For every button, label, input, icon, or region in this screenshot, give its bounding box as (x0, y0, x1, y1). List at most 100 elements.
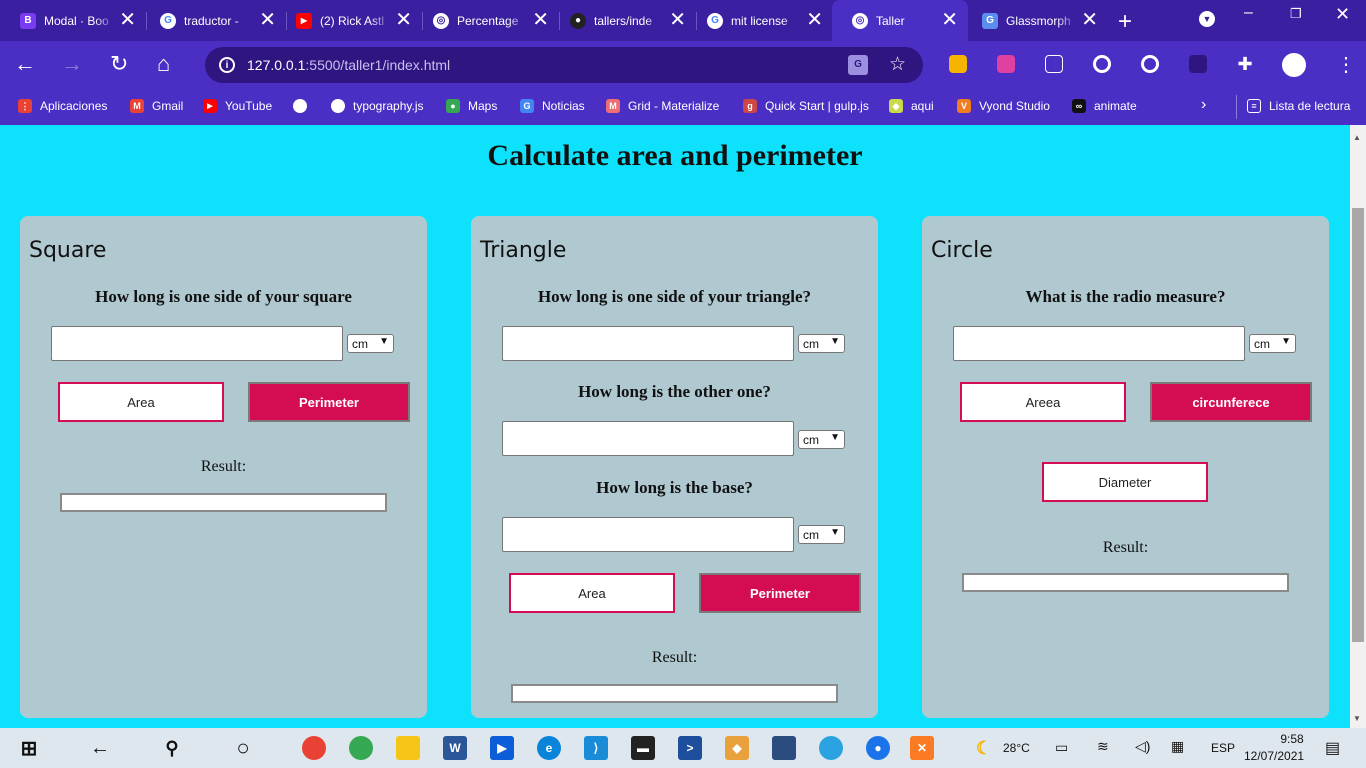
triangle-perimeter-button[interactable]: Perimeter (699, 573, 861, 613)
square-perimeter-button[interactable]: Perimeter (248, 382, 410, 422)
info-icon[interactable]: i (219, 57, 235, 73)
circle-circumference-button[interactable]: circunferece (1150, 382, 1312, 422)
temperature[interactable]: 28°C (1003, 741, 1030, 755)
terminal-icon[interactable]: ▬ (631, 736, 655, 760)
xampp-icon[interactable]: ✕ (910, 736, 934, 760)
wifi-icon[interactable]: ≋ (1097, 738, 1109, 755)
address-bar[interactable]: i 127.0.0.1:5500/taller1/index.html G ☆ (205, 47, 923, 83)
close-tab-icon[interactable]: ✕ (1081, 10, 1098, 30)
tab-search-icon[interactable]: ▼ (1199, 11, 1215, 27)
triangle-base-input[interactable] (502, 517, 794, 552)
more-bookmarks-icon[interactable]: › (1201, 96, 1206, 114)
close-tab-icon[interactable]: ✕ (532, 10, 549, 30)
extension-6-icon[interactable] (1189, 55, 1207, 73)
bookmark-youtube[interactable]: ▶ YouTube (203, 99, 272, 113)
triangle-side2-unit-select[interactable]: cm ▼ (798, 430, 845, 449)
tab-modal[interactable]: B Modal · Boo ✕ (0, 0, 146, 41)
close-window-icon[interactable]: ✕ (1335, 4, 1350, 25)
edge-icon[interactable]: e (537, 736, 561, 760)
restore-icon[interactable]: ❐ (1290, 6, 1302, 22)
bookmark-typography[interactable]: typography.js (331, 99, 423, 113)
sql-icon[interactable] (772, 736, 796, 760)
windows-start-icon[interactable]: ⊞ (17, 736, 41, 760)
scroll-up-icon[interactable]: ▲ (1353, 133, 1361, 142)
bookmark-gmail[interactable]: M Gmail (130, 99, 183, 113)
bookmark-noticias[interactable]: G Noticias (520, 99, 585, 113)
square-unit-select[interactable]: cm ▼ (347, 334, 394, 353)
keyboard-icon[interactable]: ▦ (1171, 738, 1184, 755)
close-tab-icon[interactable]: ✕ (259, 10, 276, 30)
extension-1-icon[interactable] (949, 55, 967, 73)
file-explorer-icon[interactable] (396, 736, 420, 760)
clock-time[interactable]: 9:58 (1262, 732, 1322, 746)
tab-mit-license[interactable]: G mit license ✕ (687, 0, 833, 41)
volume-icon[interactable]: ◁) (1135, 738, 1150, 755)
bookmark-github[interactable] (293, 99, 315, 113)
extension-5-icon[interactable] (1141, 55, 1159, 73)
cortana-icon[interactable]: ○ (231, 735, 255, 760)
tab-rick-astley[interactable]: ▶ (2) Rick Astl ✕ (276, 0, 422, 41)
bookmark-maps[interactable]: ● Maps (446, 99, 497, 113)
triangle-side1-unit-select[interactable]: cm ▼ (798, 334, 845, 353)
circle-diameter-button[interactable]: Diameter (1042, 462, 1208, 502)
new-tab-icon[interactable]: + (1118, 8, 1132, 36)
vscode-icon[interactable]: ⟩ (584, 736, 608, 760)
square-side-input[interactable] (51, 326, 343, 361)
scroll-down-icon[interactable]: ▼ (1353, 714, 1361, 723)
triangle-area-button[interactable]: Area (509, 573, 675, 613)
bookmark-animate[interactable]: ∞ animate (1072, 99, 1137, 113)
battery-icon[interactable]: ▭ (1055, 739, 1068, 756)
maps-pin-icon[interactable]: ● (866, 736, 890, 760)
chrome-profile-icon[interactable] (349, 736, 373, 760)
app-icon[interactable]: ◆ (725, 736, 749, 760)
extension-4-icon[interactable] (1093, 55, 1111, 73)
bookmark-vyond[interactable]: V Vyond Studio (957, 99, 1050, 113)
notifications-icon[interactable]: ▤ (1325, 738, 1340, 758)
bookmark-gulp[interactable]: g Quick Start | gulp.js (743, 99, 869, 113)
square-area-button[interactable]: Area (58, 382, 224, 422)
extension-3-icon[interactable] (1045, 55, 1063, 73)
triangle-side1-input[interactable] (502, 326, 794, 361)
forward-icon[interactable]: → (61, 51, 83, 77)
avatar[interactable] (1282, 53, 1306, 77)
tab-tallers[interactable]: ● tallers/inde ✕ (550, 0, 696, 41)
powershell-icon[interactable]: > (678, 736, 702, 760)
triangle-side2-input[interactable] (502, 421, 794, 456)
translate-icon[interactable]: G (848, 55, 868, 75)
close-tab-icon[interactable]: ✕ (395, 10, 412, 30)
tab-traductor[interactable]: G traductor - ✕ (140, 0, 286, 41)
star-icon[interactable]: ☆ (889, 53, 906, 76)
reload-icon[interactable]: ↻ (110, 51, 128, 77)
search-icon[interactable]: ⚲ (160, 736, 184, 760)
bookmark-aqui[interactable]: ◆ aqui (889, 99, 934, 113)
clock-date[interactable]: 12/07/2021 (1244, 749, 1304, 763)
app-icon[interactable] (819, 736, 843, 760)
scrollbar-thumb[interactable] (1352, 208, 1364, 642)
triangle-card: Triangle How long is one side of your tr… (471, 216, 878, 718)
puzzle-icon[interactable]: ✚ (1236, 55, 1254, 73)
menu-icon[interactable]: ⋮ (1336, 52, 1356, 77)
tab-glassmorphism[interactable]: G Glassmorph ✕ (962, 0, 1108, 41)
bookmark-materialize[interactable]: M Grid - Materialize (606, 99, 719, 113)
language-indicator[interactable]: ESP (1211, 741, 1235, 755)
reading-list[interactable]: ≡ Lista de lectura (1247, 99, 1350, 113)
close-tab-icon[interactable]: ✕ (806, 10, 823, 30)
circle-unit-select[interactable]: cm ▼ (1249, 334, 1296, 353)
minimize-icon[interactable]: – (1244, 4, 1253, 22)
circle-radius-input[interactable] (953, 326, 1245, 361)
chrome-icon[interactable] (302, 736, 326, 760)
media-icon[interactable]: ▶ (490, 736, 514, 760)
back-icon[interactable]: ← (14, 51, 36, 77)
tab-percentage[interactable]: ◎ Percentage ✕ (413, 0, 559, 41)
triangle-base-unit-select[interactable]: cm ▼ (798, 525, 845, 544)
extension-2-icon[interactable] (997, 55, 1015, 73)
close-tab-icon[interactable]: ✕ (941, 10, 958, 30)
close-tab-icon[interactable]: ✕ (119, 10, 136, 30)
close-tab-icon[interactable]: ✕ (669, 10, 686, 30)
back-arrow-icon[interactable]: ← (88, 736, 112, 760)
home-icon[interactable]: ⌂ (157, 51, 170, 77)
word-icon[interactable]: W (443, 736, 467, 760)
bookmark-aplicaciones[interactable]: ⋮ Aplicaciones (18, 99, 107, 113)
circle-area-button[interactable]: Areea (960, 382, 1126, 422)
tab-taller-active[interactable]: ◎ Taller ✕ (832, 0, 968, 41)
